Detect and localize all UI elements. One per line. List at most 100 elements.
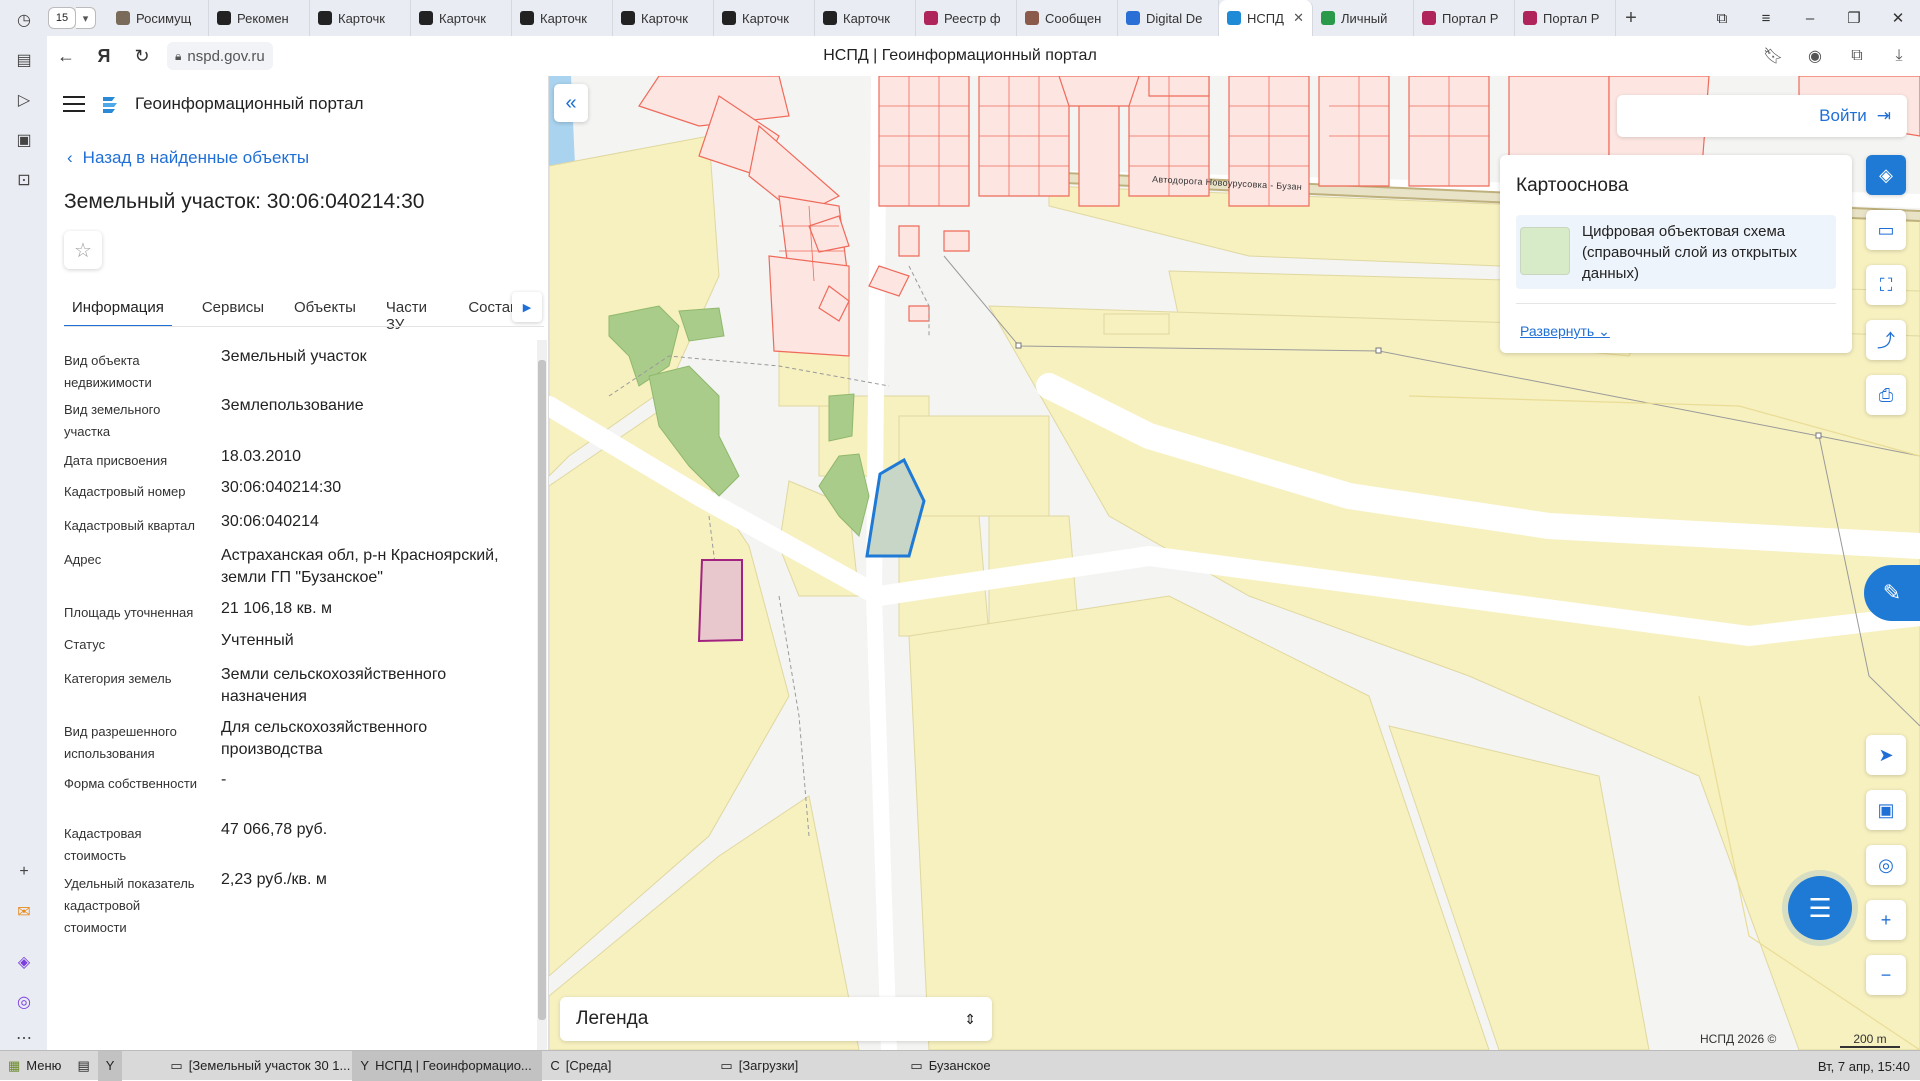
mail-icon[interactable]: ✉ xyxy=(12,900,36,924)
back-icon[interactable]: ← xyxy=(47,36,85,76)
scrollbar-thumb[interactable] xyxy=(538,360,546,1020)
new-tab-button[interactable]: + xyxy=(1616,0,1646,36)
menu-icon[interactable]: ≡ xyxy=(1744,0,1788,36)
taskbar-window-button[interactable]: ▭ [Загрузки] xyxy=(712,1051,902,1081)
tab-parts[interactable]: Части ЗУ xyxy=(386,291,438,333)
tabs-scroll-right-button[interactable]: ▶ xyxy=(512,292,542,322)
a-letter-icon xyxy=(520,11,534,25)
browser-tab[interactable]: Карточк xyxy=(411,0,512,36)
screenshot-icon[interactable]: ⊡ xyxy=(12,168,36,192)
folder-icon: ▭ xyxy=(910,1057,923,1073)
legend-toggle[interactable]: Легенда ⇕ xyxy=(560,997,992,1041)
browser-tab[interactable]: Карточк xyxy=(310,0,411,36)
tabs-divider xyxy=(64,326,544,327)
measure-button[interactable]: ▭ xyxy=(1866,210,1906,250)
nspd-icon xyxy=(1227,11,1241,25)
os-taskbar: ▦ Меню ▤ Y ▭ [Земельный участок 30 1... Y НС… xyxy=(0,1050,1920,1081)
tab-composition[interactable]: Состав xyxy=(468,291,518,327)
share-button[interactable]: ⤴ xyxy=(1866,320,1906,360)
neighbor-parcel-shape[interactable] xyxy=(697,559,743,643)
tabs-overview-icon[interactable]: ⧉ xyxy=(1700,0,1744,36)
browser-tab[interactable]: Рекомен xyxy=(209,0,310,36)
browser-tab[interactable]: Реестр ф xyxy=(916,0,1017,36)
play-icon[interactable]: ▷ xyxy=(12,88,36,112)
attribute-key: Кадастровый квартал xyxy=(64,518,195,533)
calendar-icon[interactable]: ▣ xyxy=(12,128,36,152)
tab-label: Карточк xyxy=(338,10,385,26)
print-button[interactable]: ⎙ xyxy=(1866,375,1906,415)
expand-basemap-link[interactable]: Развернуть ⌄ xyxy=(1520,323,1610,340)
attribute-key: Удельный показатель кадастровой стоимост… xyxy=(64,876,195,935)
start-menu-button[interactable]: ▦ Меню xyxy=(0,1051,69,1081)
file-manager-icon[interactable]: ▤ xyxy=(69,1051,97,1081)
taskbar-window-button[interactable]: C [Среда] xyxy=(542,1051,712,1081)
reload-icon[interactable]: ↻ xyxy=(123,36,161,76)
help-button[interactable]: ✎ xyxy=(1864,565,1920,621)
yandex-icon[interactable]: Я xyxy=(85,36,123,76)
taskbar-window-button[interactable]: ▭ [Земельный участок 30 1... xyxy=(162,1051,352,1081)
browser-tab[interactable]: Карточк xyxy=(613,0,714,36)
back-to-results-link[interactable]: ‹ Назад в найденные объекты xyxy=(67,148,309,168)
tab-objects[interactable]: Объекты xyxy=(294,291,356,327)
alice-icon[interactable]: ◎ xyxy=(12,990,36,1014)
a-letter-icon xyxy=(318,11,332,25)
messenger-icon[interactable]: ◈ xyxy=(12,950,36,974)
add-panel-icon[interactable]: + xyxy=(12,860,36,884)
chevron-down-icon[interactable]: ▾ xyxy=(76,7,96,29)
close-window-button[interactable]: ✕ xyxy=(1876,0,1920,36)
restore-button[interactable]: ❐ xyxy=(1832,0,1876,36)
browser-tab[interactable]: Портал Р xyxy=(1414,0,1515,36)
attribute-key: Вид объекта недвижимости xyxy=(64,353,152,390)
browser-tab[interactable]: Личный xyxy=(1313,0,1414,36)
tab-information[interactable]: Информация xyxy=(64,291,172,327)
collections-icon[interactable]: ⧉ xyxy=(1836,36,1878,76)
downloads-icon[interactable]: ⤓ xyxy=(1878,36,1920,76)
taskbar-item-label: Бузанское xyxy=(928,1058,991,1073)
portal-icon xyxy=(1523,11,1537,25)
chat-button[interactable]: ☰ xyxy=(1788,876,1852,940)
tab-services[interactable]: Сервисы xyxy=(202,291,264,327)
collections-icon[interactable]: ▤ xyxy=(12,48,36,72)
zoom-out-button[interactable]: − xyxy=(1866,955,1906,995)
basemap-item[interactable]: Цифровая объектовая схема (справочный сл… xyxy=(1516,215,1836,289)
extension-icon[interactable]: ◉ xyxy=(1794,36,1836,76)
locate-button[interactable]: ➤ xyxy=(1866,735,1906,775)
taskbar-items: ▭ [Земельный участок 30 1... Y НСПД | Геоин… xyxy=(162,1050,1052,1081)
browser-tab[interactable]: Digital De xyxy=(1118,0,1219,36)
navigation-arrow-icon: ➤ xyxy=(1878,744,1894,765)
browser-tab[interactable]: Сообщен xyxy=(1017,0,1118,36)
bookmark-icon[interactable]: 🔖︎ xyxy=(1752,36,1794,76)
browser-tab[interactable]: Карточк xyxy=(815,0,916,36)
minimize-button[interactable]: – xyxy=(1788,0,1832,36)
login-button[interactable]: Войти ⇥ xyxy=(1617,95,1907,137)
lock-icon: 🔒︎ xyxy=(175,48,182,63)
panel-scrollbar[interactable] xyxy=(537,340,547,1050)
tab-count-badge[interactable]: 15 xyxy=(48,7,76,29)
layers-button[interactable]: ◈ xyxy=(1866,155,1906,195)
expand-collapse-icon: ⇕ xyxy=(964,1010,976,1027)
history-clock-icon[interactable]: ◷ xyxy=(12,8,36,32)
yandex-browser-icon[interactable]: Y xyxy=(97,1050,123,1081)
url-field[interactable]: 🔒︎ nspd.gov.ru xyxy=(167,42,273,70)
window-controls: ⧉ ≡ – ❐ ✕ xyxy=(1700,0,1920,36)
tab-label: НСПД xyxy=(1247,10,1284,26)
geolocation-button[interactable]: ◎ xyxy=(1866,845,1906,885)
login-label: Войти xyxy=(1819,106,1867,125)
legend-label: Легенда xyxy=(576,1008,649,1029)
close-tab-icon[interactable]: ✕ xyxy=(1293,10,1304,26)
collapse-panel-button[interactable]: « xyxy=(554,84,588,122)
browser-tab[interactable]: НСПД ✕ xyxy=(1219,0,1313,36)
taskbar-window-button[interactable]: Y НСПД | Геоинформацио... xyxy=(352,1050,543,1081)
select-area-button[interactable]: ⛶ xyxy=(1866,265,1906,305)
taskbar-window-button[interactable]: ▭ Бузанское xyxy=(902,1051,1052,1081)
browser-tab[interactable]: Карточк xyxy=(714,0,815,36)
browser-tab[interactable]: Портал Р xyxy=(1515,0,1616,36)
more-icon[interactable]: ⋯ xyxy=(12,1026,36,1050)
browser-tab[interactable]: Карточк xyxy=(512,0,613,36)
a-letter-icon xyxy=(621,11,635,25)
favorite-star-button[interactable]: ☆ xyxy=(64,231,102,269)
zoom-in-button[interactable]: + xyxy=(1866,900,1906,940)
hamburger-menu-icon[interactable] xyxy=(63,96,85,112)
minimap-button[interactable]: ▣ xyxy=(1866,790,1906,830)
browser-tab[interactable]: Росимущ xyxy=(108,0,209,36)
